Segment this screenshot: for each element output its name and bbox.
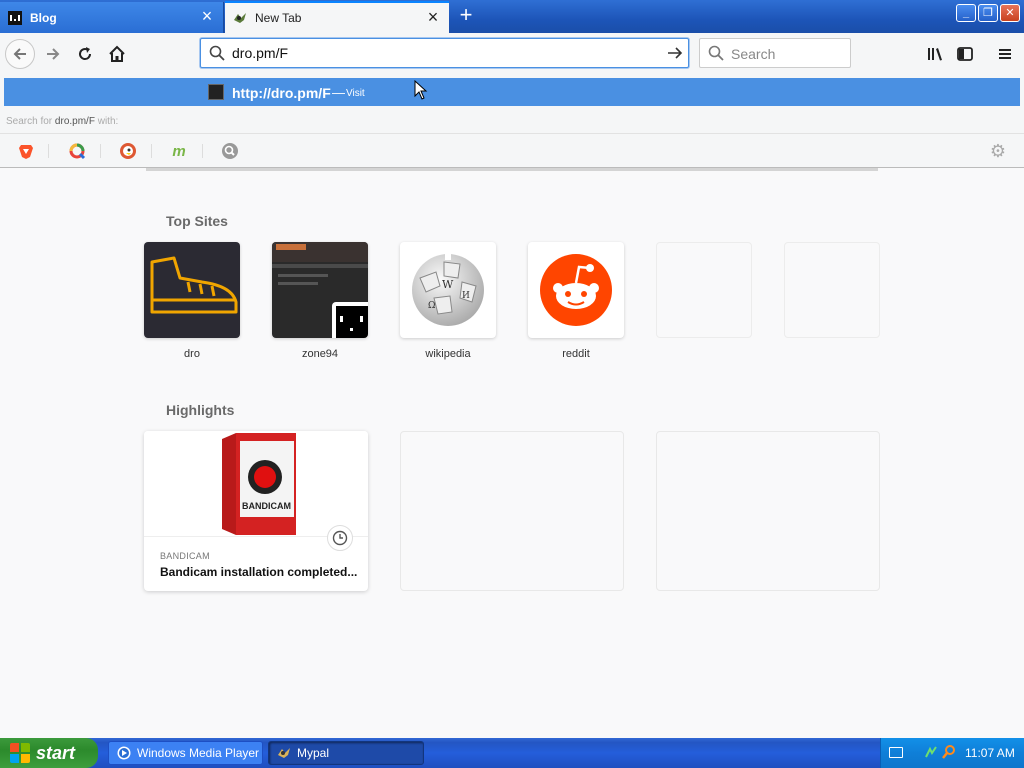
- tab-blog[interactable]: Blog ×: [0, 2, 224, 33]
- url-input[interactable]: dro.pm/F: [232, 45, 288, 61]
- search-tray-icon[interactable]: [941, 744, 957, 763]
- site-screenshot-text: [278, 274, 328, 277]
- mojeek-icon[interactable]: m: [169, 141, 189, 161]
- tab-title: New Tab: [255, 11, 302, 25]
- taskbar-item-windows-media-player[interactable]: Windows Media Player: [108, 741, 263, 765]
- new-tab-plus-icon[interactable]: +: [454, 4, 478, 28]
- site-screenshot-logo: [276, 244, 306, 250]
- top-site-tile-reddit[interactable]: [528, 242, 624, 338]
- highlight-title: Bandicam installation completed...: [160, 565, 358, 579]
- zone94-favicon-icon: [332, 302, 368, 338]
- duckduckgo-icon[interactable]: [118, 141, 138, 161]
- network-icon[interactable]: [924, 745, 938, 762]
- search-for-prefix: Search for: [6, 116, 53, 127]
- keyboard-icon[interactable]: [889, 747, 903, 758]
- blog-favicon-icon: [8, 10, 22, 25]
- site-screenshot-text: [278, 282, 318, 285]
- mouse-cursor-icon: [414, 80, 428, 100]
- url-autocomplete-popup: http://dro.pm/F — Visit Search for dro.p…: [0, 75, 1024, 168]
- highlight-source: BANDICAM: [160, 551, 210, 561]
- url-bar[interactable]: dro.pm/F: [200, 38, 689, 68]
- close-tab-icon[interactable]: ×: [199, 7, 215, 25]
- highlight-empty-slot: [656, 431, 880, 591]
- search-icon: [708, 45, 724, 64]
- minimize-icon[interactable]: _: [956, 4, 976, 22]
- search-for-label: Search for dro.pm/F with:: [6, 116, 118, 127]
- highlights-heading: Highlights: [166, 402, 235, 418]
- clock-icon: [327, 525, 353, 551]
- suggestion-separator: —: [332, 85, 345, 100]
- search-settings-gear-icon[interactable]: ⚙: [988, 141, 1008, 161]
- top-sites-heading: Top Sites: [166, 213, 228, 229]
- restore-icon[interactable]: ❐: [978, 4, 998, 22]
- windows-logo-icon: [10, 743, 30, 763]
- search-icon: [209, 45, 225, 64]
- boot-icon: [150, 256, 238, 314]
- separator: [151, 144, 152, 158]
- start-label: start: [36, 742, 76, 763]
- bandicam-box-image: BANDICAM: [222, 433, 296, 535]
- one-off-search-engines: m ⚙: [0, 133, 1024, 167]
- qwant-icon[interactable]: [67, 141, 87, 161]
- tab-new-tab[interactable]: New Tab ×: [225, 1, 449, 33]
- navigation-bar: dro.pm/F Search: [0, 33, 1024, 75]
- separator: [202, 144, 203, 158]
- new-tab-page: Top Sites dro zone94 W Ω И wikipedia red…: [0, 168, 1024, 738]
- system-tray: 11:07 AM: [880, 738, 1024, 768]
- separator: [48, 144, 49, 158]
- reddit-icon: [540, 254, 612, 326]
- divider: [146, 168, 878, 171]
- highlight-card[interactable]: BANDICAM BANDICAM Bandicam installation …: [144, 431, 368, 591]
- sidebar-icon[interactable]: [950, 39, 980, 69]
- home-icon[interactable]: [102, 39, 132, 69]
- separator: [100, 144, 101, 158]
- search-placeholder: Search: [731, 46, 776, 62]
- suggestion-url: http://dro.pm/F: [232, 85, 331, 101]
- forward-arrow-icon[interactable]: [38, 39, 68, 69]
- brave-icon[interactable]: [16, 141, 36, 161]
- close-window-icon[interactable]: ✕: [1000, 4, 1020, 22]
- tab-strip: Blog × New Tab × + _ ❐ ✕: [0, 0, 1024, 33]
- top-site-label: dro: [184, 348, 200, 360]
- search-for-query: dro.pm/F: [54, 116, 95, 127]
- tab-title: Blog: [30, 10, 57, 25]
- close-tab-icon[interactable]: ×: [425, 8, 441, 26]
- svg-text:W: W: [442, 278, 454, 291]
- taskbar-item-label: Mypal: [297, 746, 330, 760]
- svg-text:Ω: Ω: [428, 301, 435, 311]
- go-arrow-icon[interactable]: [666, 44, 684, 65]
- search-for-suffix: with:: [97, 116, 119, 127]
- start-button[interactable]: start: [0, 738, 98, 768]
- wikipedia-globe-icon: W Ω И: [412, 254, 484, 326]
- suggestion-action: Visit: [346, 88, 365, 99]
- mypal-icon: [277, 746, 291, 760]
- hamburger-menu-icon[interactable]: [990, 39, 1020, 69]
- taskbar-item-label: Windows Media Player: [137, 746, 260, 760]
- windows-media-player-icon: [117, 746, 131, 760]
- searx-icon[interactable]: [220, 141, 240, 161]
- back-arrow-icon[interactable]: [5, 39, 35, 69]
- top-site-tile-wikipedia[interactable]: W Ω И: [400, 242, 496, 338]
- site-favicon-icon: [208, 84, 224, 100]
- top-site-label: reddit: [562, 348, 590, 360]
- highlight-image: BANDICAM: [144, 431, 368, 537]
- site-screenshot-nav: [272, 264, 368, 268]
- taskbar-item-mypal[interactable]: Mypal: [268, 741, 424, 765]
- top-site-label: wikipedia: [425, 348, 471, 360]
- svg-text:И: И: [462, 291, 470, 301]
- autocomplete-suggestion[interactable]: http://dro.pm/F — Visit: [4, 78, 1020, 106]
- reload-icon[interactable]: [70, 39, 100, 69]
- windows-taskbar: start Windows Media Player Mypal 11:07 A…: [0, 738, 1024, 768]
- top-site-empty-slot: [784, 242, 880, 338]
- taskbar-clock: 11:07 AM: [965, 746, 1015, 760]
- bandicam-box-text: BANDICAM: [242, 501, 291, 511]
- highlight-empty-slot: [400, 431, 624, 591]
- top-site-label: zone94: [301, 348, 339, 360]
- top-site-empty-slot: [656, 242, 752, 338]
- library-icon[interactable]: [920, 39, 950, 69]
- top-site-tile-dro[interactable]: [144, 242, 240, 338]
- top-site-tile-zone94[interactable]: [272, 242, 368, 338]
- search-bar[interactable]: Search: [699, 38, 851, 68]
- mypal-favicon-icon: [233, 11, 247, 25]
